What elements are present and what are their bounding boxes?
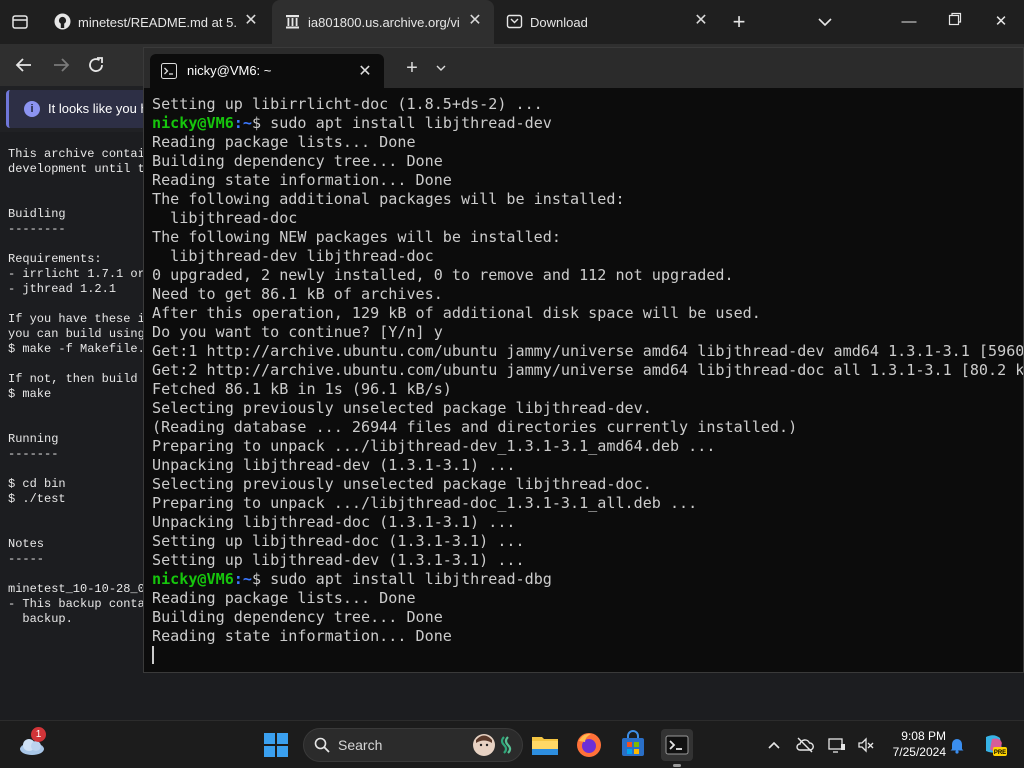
terminal-output-line: Setting up libirrlicht-doc (1.8.5+ds-2) …: [152, 95, 543, 113]
terminal-input-line: [152, 646, 1023, 665]
copilot-badge: PRE: [994, 750, 1006, 756]
tab-label: ia801800.us.archive.org/view_a: [308, 14, 460, 30]
prompt-path: :~: [233, 570, 252, 588]
minimize-button[interactable]: —: [897, 10, 921, 34]
command-text: sudo apt install libjthread-dev: [270, 114, 552, 132]
new-terminal-tab-button[interactable]: +: [402, 57, 422, 79]
archive-icon: [284, 13, 301, 30]
text-cursor: [152, 646, 154, 664]
github-icon: [54, 13, 71, 30]
browser-tab-github-readme[interactable]: minetest/README.md at 5.6.1 · ✕: [42, 0, 270, 44]
terminal-tab-title: nicky@VM6: ~: [187, 63, 272, 78]
cloud-offline-icon[interactable]: [795, 735, 815, 755]
download-icon: [506, 13, 523, 30]
info-icon: i: [24, 101, 40, 117]
terminal-output-line: The following additional packages will b…: [152, 190, 625, 208]
firefox-icon[interactable]: [573, 729, 605, 761]
terminal-output-line: libjthread-dev libjthread-doc: [152, 247, 434, 265]
terminal-icon: [161, 63, 177, 79]
clock-date: 7/25/2024: [892, 745, 946, 759]
taskbar: Search 9:08 PM 7/25/2024 PRE: [0, 720, 1024, 768]
terminal-output-line: Unpacking libjthread-doc (1.3.1-3.1) ...: [152, 513, 516, 531]
running-indicator: [673, 764, 681, 767]
file-explorer-icon[interactable]: [529, 729, 561, 761]
readme-text: This archive contai development until t …: [8, 147, 145, 626]
terminal-output-line: Reading package lists... Done: [152, 133, 416, 151]
terminal-output-line: Do you want to continue? [Y/n] y: [152, 323, 443, 341]
tab-label: Download: [530, 14, 588, 30]
terminal-output-line: Preparing to unpack .../libjthread-dev_1…: [152, 437, 716, 455]
terminal-output-line: Reading package lists... Done: [152, 589, 416, 607]
search-highlight-icon: [470, 732, 518, 758]
browser-tab-archive[interactable]: ia801800.us.archive.org/view_a ✕: [272, 0, 494, 44]
terminal-output-line: Selecting previously unselected package …: [152, 475, 652, 493]
browser-tab-strip: minetest/README.md at 5.6.1 · ✕ ia801800…: [0, 0, 1024, 44]
copilot-icon[interactable]: PRE: [980, 731, 1008, 759]
terminal-output-line: Building dependency tree... Done: [152, 152, 443, 170]
terminal-output-line: Preparing to unpack .../libjthread-doc_1…: [152, 494, 698, 512]
prompt-user: nicky@VM6: [152, 570, 234, 588]
search-placeholder: Search: [338, 737, 383, 753]
prompt-user: nicky@VM6: [152, 114, 234, 132]
terminal-output-line: Get:1 http://archive.ubuntu.com/ubuntu j…: [152, 342, 1023, 360]
terminal-output-line: Selecting previously unselected package …: [152, 399, 652, 417]
terminal-output-line: Unpacking libjthread-dev (1.3.1-3.1) ...: [152, 456, 516, 474]
notification-count-badge: 1: [31, 727, 46, 742]
terminal-output-line: After this operation, 129 kB of addition…: [152, 304, 761, 322]
info-bar-text: It looks like you ha: [48, 101, 155, 116]
prompt-path: :~: [233, 114, 252, 132]
close-window-button[interactable]: ✕: [989, 10, 1013, 34]
command-text: sudo apt install libjthread-dbg: [270, 570, 552, 588]
clock[interactable]: 9:08 PM 7/25/2024: [888, 728, 946, 760]
terminal-output-line: Need to get 86.1 kB of archives.: [152, 285, 443, 303]
close-tab-icon[interactable]: ✕: [242, 12, 260, 30]
workspaces-icon[interactable]: [10, 12, 30, 32]
terminal-command-line: nicky@VM6:~$ sudo apt install libjthread…: [152, 114, 1023, 133]
terminal-output-line: libjthread-doc: [152, 209, 298, 227]
terminal-output-line: Setting up libjthread-dev (1.3.1-3.1) ..…: [152, 551, 525, 569]
terminal-output-line: Reading state information... Done: [152, 627, 452, 645]
prompt-symbol: $: [251, 570, 271, 588]
terminal-tab[interactable]: nicky@VM6: ~ ✕: [150, 54, 384, 88]
terminal-output-line: Get:2 http://archive.ubuntu.com/ubuntu j…: [152, 361, 1023, 379]
start-button[interactable]: [260, 729, 292, 761]
chevron-up-icon[interactable]: [764, 735, 784, 755]
terminal-window[interactable]: nicky@VM6: ~ ✕ + Setting up libirrlicht-…: [143, 47, 1024, 673]
refresh-icon[interactable]: [84, 53, 108, 77]
terminal-output[interactable]: Setting up libirrlicht-doc (1.8.5+ds-2) …: [152, 95, 1023, 672]
prompt-symbol: $: [251, 114, 271, 132]
terminal-output-line: 0 upgraded, 2 newly installed, 0 to remo…: [152, 266, 734, 284]
forward-arrow-icon[interactable]: [49, 53, 73, 77]
terminal-output-line: Fetched 86.1 kB in 1s (96.1 kB/s): [152, 380, 452, 398]
new-tab-button[interactable]: +: [728, 11, 750, 33]
terminal-output-line: Building dependency tree... Done: [152, 608, 443, 626]
terminal-titlebar[interactable]: nicky@VM6: ~ ✕ +: [144, 48, 1023, 88]
terminal-output-line: Setting up libjthread-doc (1.3.1-3.1) ..…: [152, 532, 525, 550]
chevron-down-icon[interactable]: [815, 12, 835, 32]
terminal-output-line: Reading state information... Done: [152, 171, 452, 189]
microsoft-store-icon[interactable]: [617, 729, 649, 761]
volume-muted-icon[interactable]: [856, 735, 876, 755]
restore-button[interactable]: [943, 10, 967, 34]
chevron-down-icon[interactable]: [434, 61, 448, 75]
notification-bell-icon[interactable]: [947, 735, 967, 755]
terminal-taskbar-icon[interactable]: [661, 729, 693, 761]
terminal-command-line: nicky@VM6:~$ sudo apt install libjthread…: [152, 570, 1023, 589]
display-icon[interactable]: [827, 735, 847, 755]
close-tab-icon[interactable]: ✕: [466, 12, 484, 30]
back-arrow-icon[interactable]: [12, 53, 36, 77]
taskbar-search-box[interactable]: Search: [303, 728, 523, 762]
terminal-output-line: (Reading database ... 26944 files and di…: [152, 418, 798, 436]
tab-label: minetest/README.md at 5.6.1 ·: [78, 14, 236, 30]
browser-tab-download[interactable]: Download ✕: [494, 0, 720, 44]
terminal-output-line: The following NEW packages will be insta…: [152, 228, 561, 246]
close-terminal-tab-icon[interactable]: ✕: [356, 61, 374, 81]
clock-time: 9:08 PM: [901, 729, 946, 743]
close-tab-icon[interactable]: ✕: [692, 12, 710, 30]
search-icon: [314, 737, 330, 753]
